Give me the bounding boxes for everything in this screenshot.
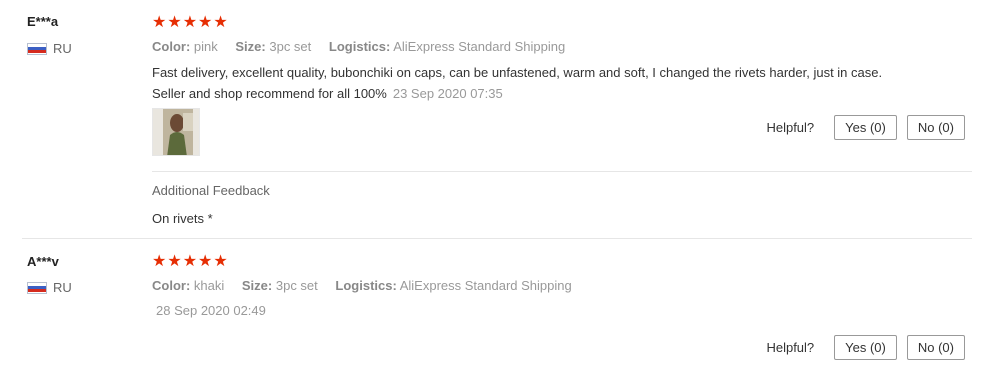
reviewer-country: RU bbox=[27, 41, 72, 56]
helpful-label: Helpful? bbox=[766, 120, 815, 135]
country-code: RU bbox=[53, 41, 72, 56]
color-value: khaki bbox=[193, 278, 225, 293]
review-item: E***a RU ★ ★ ★ ★ ★ Color: pink Size: 3pc… bbox=[0, 0, 994, 238]
star-icon: ★ bbox=[167, 253, 182, 270]
helpful-no-button[interactable]: No (0) bbox=[906, 115, 965, 140]
star-icon: ★ bbox=[167, 14, 182, 31]
star-icon: ★ bbox=[198, 14, 213, 31]
star-rating: ★ ★ ★ ★ ★ bbox=[152, 15, 228, 31]
helpful-controls: Helpful? Yes (0) No (0) bbox=[766, 335, 965, 360]
order-attributes: Color: khaki Size: 3pc set Logistics: Al… bbox=[152, 278, 586, 293]
logistics-label: Logistics: bbox=[328, 39, 391, 54]
helpful-no-button[interactable]: No (0) bbox=[906, 335, 965, 360]
size-value: 3pc set bbox=[269, 39, 312, 54]
review-text: Fast delivery, excellent quality, bubonc… bbox=[152, 62, 892, 104]
divider bbox=[152, 171, 972, 172]
helpful-controls: Helpful? Yes (0) No (0) bbox=[766, 115, 965, 140]
helpful-yes-button[interactable]: Yes (0) bbox=[834, 335, 897, 360]
logistics-label: Logistics: bbox=[335, 278, 397, 293]
star-icon: ★ bbox=[182, 253, 198, 270]
additional-feedback-title: Additional Feedback bbox=[152, 183, 270, 198]
star-icon: ★ bbox=[182, 14, 198, 31]
star-icon: ★ bbox=[152, 253, 167, 270]
star-rating: ★ ★ ★ ★ ★ bbox=[152, 254, 228, 270]
review-photo[interactable] bbox=[152, 108, 200, 156]
size-label: Size: bbox=[241, 278, 273, 293]
russia-flag-icon bbox=[27, 281, 47, 294]
star-icon: ★ bbox=[198, 253, 213, 270]
reviewer-country: RU bbox=[27, 280, 72, 295]
reviewer-name: A***v bbox=[27, 254, 59, 269]
size-value: 3pc set bbox=[275, 278, 318, 293]
helpful-yes-button[interactable]: Yes (0) bbox=[834, 115, 897, 140]
star-icon: ★ bbox=[152, 14, 167, 31]
review-item: A***v RU ★ ★ ★ ★ ★ Color: khaki Size: 3p… bbox=[0, 239, 994, 379]
additional-feedback-text: On rivets * bbox=[152, 211, 213, 226]
review-date: 28 Sep 2020 02:49 bbox=[156, 303, 266, 318]
helpful-label: Helpful? bbox=[766, 340, 815, 355]
color-value: pink bbox=[193, 39, 218, 54]
country-code: RU bbox=[53, 280, 72, 295]
reviewer-name: E***a bbox=[27, 14, 59, 29]
size-label: Size: bbox=[235, 39, 266, 54]
color-label: Color: bbox=[152, 278, 191, 293]
star-icon: ★ bbox=[213, 14, 228, 31]
russia-flag-icon bbox=[27, 42, 47, 55]
logistics-value: AliExpress Standard Shipping bbox=[399, 278, 572, 293]
star-icon: ★ bbox=[213, 253, 228, 270]
review-body: Fast delivery, excellent quality, bubonc… bbox=[152, 65, 883, 101]
color-label: Color: bbox=[152, 39, 191, 54]
order-attributes: Color: pink Size: 3pc set Logistics: Ali… bbox=[152, 39, 579, 54]
review-date: 23 Sep 2020 07:35 bbox=[392, 86, 503, 101]
logistics-value: AliExpress Standard Shipping bbox=[393, 39, 566, 54]
